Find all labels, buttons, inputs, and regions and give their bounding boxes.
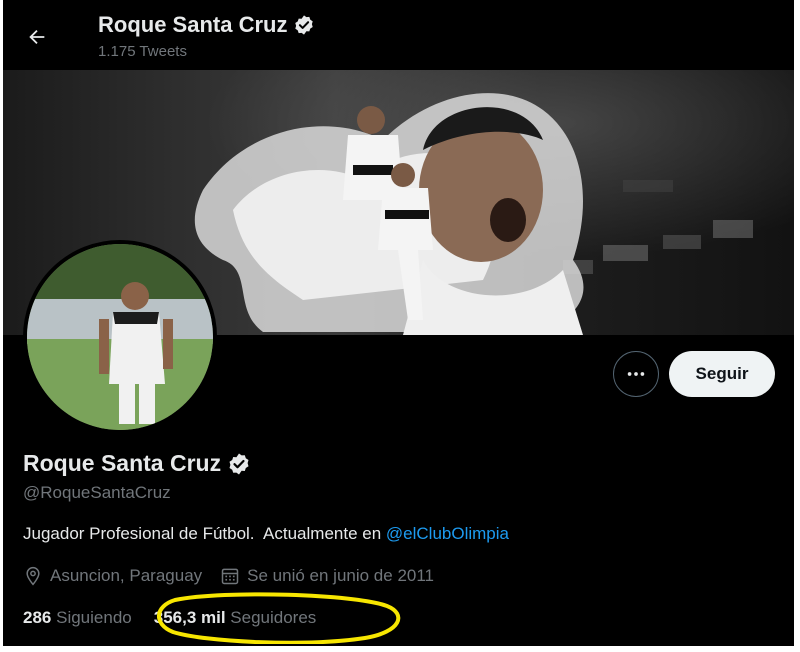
header-name: Roque Santa Cruz <box>98 12 288 37</box>
verified-badge-icon[interactable] <box>227 452 251 476</box>
profile-stats: 286 Siguiendo 356,3 mil Seguidores <box>23 608 338 628</box>
followers-link[interactable]: 356,3 mil Seguidores <box>154 608 317 628</box>
avatar-photo <box>27 244 213 430</box>
followers-label: Seguidores <box>230 608 317 627</box>
more-horizontal-icon <box>627 372 645 376</box>
following-label: Siguiendo <box>56 608 132 627</box>
followers-count: 356,3 mil <box>153 608 226 627</box>
arrow-left-icon <box>29 29 45 45</box>
following-count: 286 <box>23 608 52 627</box>
follow-button[interactable]: Seguir <box>669 351 775 397</box>
profile-name: Roque Santa Cruz <box>23 450 251 477</box>
profile-page: Roque Santa Cruz 1.175 Tweets Seguir Roq… <box>3 0 794 646</box>
profile-handle: @RoqueSantaCruz <box>23 483 171 502</box>
more-options-button[interactable] <box>613 351 659 397</box>
header-title: Roque Santa Cruz <box>98 12 315 38</box>
location-item: Asuncion, Paraguay <box>23 566 202 586</box>
location-pin-icon <box>26 566 40 586</box>
following-link[interactable]: 286 Siguiendo <box>23 608 132 628</box>
avatar[interactable] <box>23 240 217 434</box>
bio-mention-link[interactable]: @elClubOlimpia <box>386 524 509 543</box>
display-name: Roque Santa Cruz <box>23 450 222 476</box>
profile-bio: Jugador Profesional de Fútbol. Actualmen… <box>23 524 509 544</box>
tweet-count: 1.175 Tweets <box>98 43 187 60</box>
back-button[interactable] <box>17 17 57 57</box>
profile-header: Roque Santa Cruz 1.175 Tweets <box>3 0 794 70</box>
bio-text: Jugador Profesional de Fútbol. Actualmen… <box>23 524 386 543</box>
verified-badge-icon <box>295 15 314 35</box>
profile-meta: Asuncion, Paraguay Se unió en junio de 2… <box>23 566 452 586</box>
calendar-icon <box>221 568 239 585</box>
joined-text: Se unió en junio de 2011 <box>247 566 434 585</box>
location-text: Asuncion, Paraguay <box>50 566 203 585</box>
joined-item: Se unió en junio de 2011 <box>220 566 434 586</box>
